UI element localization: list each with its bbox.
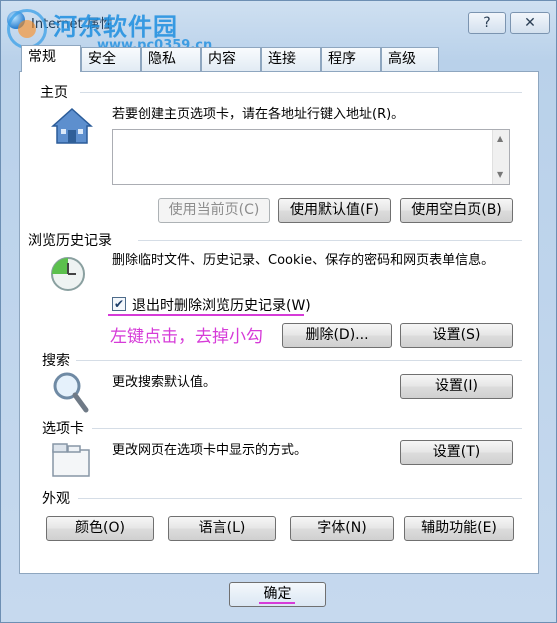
languages-button[interactable]: 语言(L) [168,516,276,541]
house-icon [51,107,93,144]
title-bar: Internet 属性 ? ✕ [1,1,556,41]
colors-button[interactable]: 颜色(O) [46,516,154,541]
search-divider [76,360,522,361]
internet-options-window: Internet 属性 ? ✕ 河东软件园 www.pc0359.cn 常规 安… [0,0,557,623]
history-settings-button[interactable]: 设置(S) [400,323,513,348]
tabs-icon [52,443,90,477]
fonts-button[interactable]: 字体(N) [290,516,394,541]
tab-content[interactable]: 内容 [201,47,261,71]
tabs-divider [92,428,522,429]
delete-history-button[interactable]: 删除(D)... [282,323,392,348]
search-description: 更改搜索默认值。 [112,375,217,390]
home-divider [80,92,522,93]
tab-connections[interactable]: 连接 [261,47,321,71]
appearance-section-title: 外观 [42,491,70,507]
use-blank-button[interactable]: 使用空白页(B) [400,198,513,223]
tab-programs[interactable]: 程序 [321,47,381,71]
appearance-divider [78,498,522,499]
use-current-button[interactable]: 使用当前页(C) [158,198,270,223]
scroll-up-icon[interactable]: ▲ [497,134,503,143]
ok-annotation-underline [259,602,295,604]
history-description: 删除临时文件、历史记录、Cookie、保存的密码和网页表单信息。 [112,253,495,268]
home-description: 若要创建主页选项卡，请在各地址行键入地址(R)。 [112,107,405,122]
tab-general[interactable]: 常规 [21,45,81,72]
delete-on-exit-label[interactable]: 退出时删除浏览历史记录(W) [132,295,311,315]
home-address-input[interactable]: ▲ ▼ [112,129,510,185]
use-default-button[interactable]: 使用默认值(F) [278,198,391,223]
accessibility-button[interactable]: 辅助功能(E) [404,516,514,541]
window-title: Internet 属性 [31,17,113,32]
tabs-section-title: 选项卡 [42,421,84,437]
history-clock-icon [51,257,85,291]
annotation-text: 左键点击，去掉小勾 [110,327,263,347]
search-settings-button[interactable]: 设置(I) [400,374,513,399]
tab-security[interactable]: 安全 [81,47,141,71]
tab-privacy[interactable]: 隐私 [141,47,201,71]
annotation-underline [108,314,304,316]
home-section-title: 主页 [40,85,68,101]
address-scrollbar[interactable]: ▲ ▼ [492,130,509,184]
ie-icon [7,11,25,29]
tab-advanced[interactable]: 高级 [381,47,439,71]
delete-on-exit-checkbox[interactable]: ✔ [112,297,126,311]
history-section-title: 浏览历史记录 [28,233,112,249]
close-button[interactable]: ✕ [510,12,550,34]
tabs-settings-button[interactable]: 设置(T) [400,440,513,465]
history-divider [138,240,522,241]
help-button[interactable]: ? [468,12,506,34]
search-section-title: 搜索 [42,353,70,369]
scroll-down-icon[interactable]: ▼ [497,170,503,179]
tabs-description: 更改网页在选项卡中显示的方式。 [112,443,308,458]
general-tab-panel: 主页 若要创建主页选项卡，请在各地址行键入地址(R)。 ▲ ▼ 使用当前页(C)… [19,71,539,574]
search-icon [53,372,89,413]
